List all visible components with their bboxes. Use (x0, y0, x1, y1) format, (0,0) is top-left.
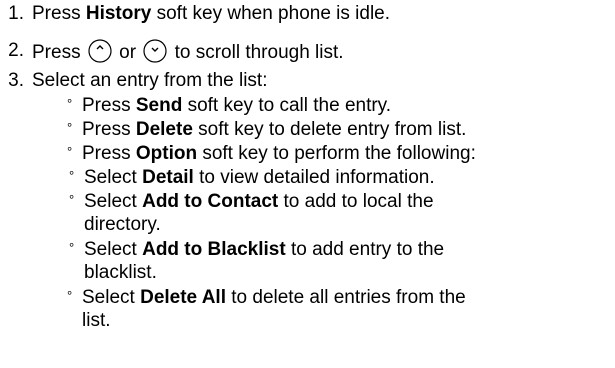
bullet-glyph: ° (69, 192, 75, 207)
list-item-pre: Select (82, 287, 141, 308)
sub-list-item: Select Add to Contact to add to local th… (84, 190, 434, 213)
sub-list-item-post: to add entry to the (285, 239, 445, 260)
list-item-post: soft key to perform the following: (197, 143, 476, 164)
bullet-glyph: ° (67, 120, 73, 135)
bullet-glyph: ° (69, 168, 75, 183)
list-item-post: soft key to call the entry. (182, 95, 392, 116)
detail-option-label: Detail (142, 167, 194, 188)
list-item: Press Option soft key to perform the fol… (82, 142, 476, 165)
sub-list-item-continuation: directory. (84, 214, 161, 235)
add-to-blacklist-option-label: Add to Blacklist (142, 239, 286, 260)
sub-list-item-pre: Select (84, 167, 143, 188)
down-arrow-key-icon (143, 39, 167, 63)
sub-list-item-continuation: blacklist. (84, 262, 157, 283)
step-2-number: 2. (8, 40, 24, 61)
sub-list-item-pre: Select (84, 239, 143, 260)
bullet-glyph: ° (67, 96, 73, 111)
list-item-post: soft key to delete entry from list. (192, 119, 467, 140)
step-1-number: 1. (8, 3, 24, 24)
history-key-label: History (85, 3, 152, 24)
add-to-contact-option-label: Add to Contact (142, 191, 279, 212)
step-1-text: Press History soft key when phone is idl… (32, 2, 390, 25)
list-item: Select Delete All to delete all entries … (82, 286, 466, 309)
sub-list-item: Select Add to Blacklist to add entry to … (84, 238, 444, 261)
list-item-pre: Press (82, 95, 136, 116)
list-item-post: to delete all entries from the (225, 287, 466, 308)
bullet-glyph: ° (67, 288, 73, 303)
step-1-pre: Press (32, 3, 86, 24)
delete-all-option-label: Delete All (140, 287, 226, 308)
step-3-number: 3. (8, 70, 24, 91)
send-key-label: Send (135, 95, 183, 116)
step-2-pre: Press (32, 42, 86, 63)
step-2-text: Press or to scroll through list. (32, 39, 344, 64)
delete-key-label: Delete (135, 119, 193, 140)
list-item: Press Delete soft key to delete entry fr… (82, 118, 466, 141)
step-1-post: soft key when phone is idle. (151, 3, 391, 24)
step-3-text: Select an entry from the list: (32, 70, 268, 91)
list-item-pre: Press (82, 119, 136, 140)
up-arrow-key-icon (88, 39, 112, 63)
sub-list-item-pre: Select (84, 191, 143, 212)
sub-list-item-post: to add to local the (278, 191, 434, 212)
list-item: Press Send soft key to call the entry. (82, 94, 391, 117)
instructions-document: 1. Press History soft key when phone is … (0, 0, 615, 368)
step-2-post: to scroll through list. (169, 42, 344, 63)
bullet-glyph: ° (69, 240, 75, 255)
sub-list-item-post: to view detailed information. (193, 167, 435, 188)
list-item-continuation: list. (82, 310, 111, 331)
list-item-pre: Press (82, 143, 136, 164)
sub-list-item: Select Detail to view detailed informati… (84, 166, 435, 189)
step-2-mid: or (113, 42, 142, 63)
option-key-label: Option (135, 143, 198, 164)
bullet-glyph: ° (67, 144, 73, 159)
